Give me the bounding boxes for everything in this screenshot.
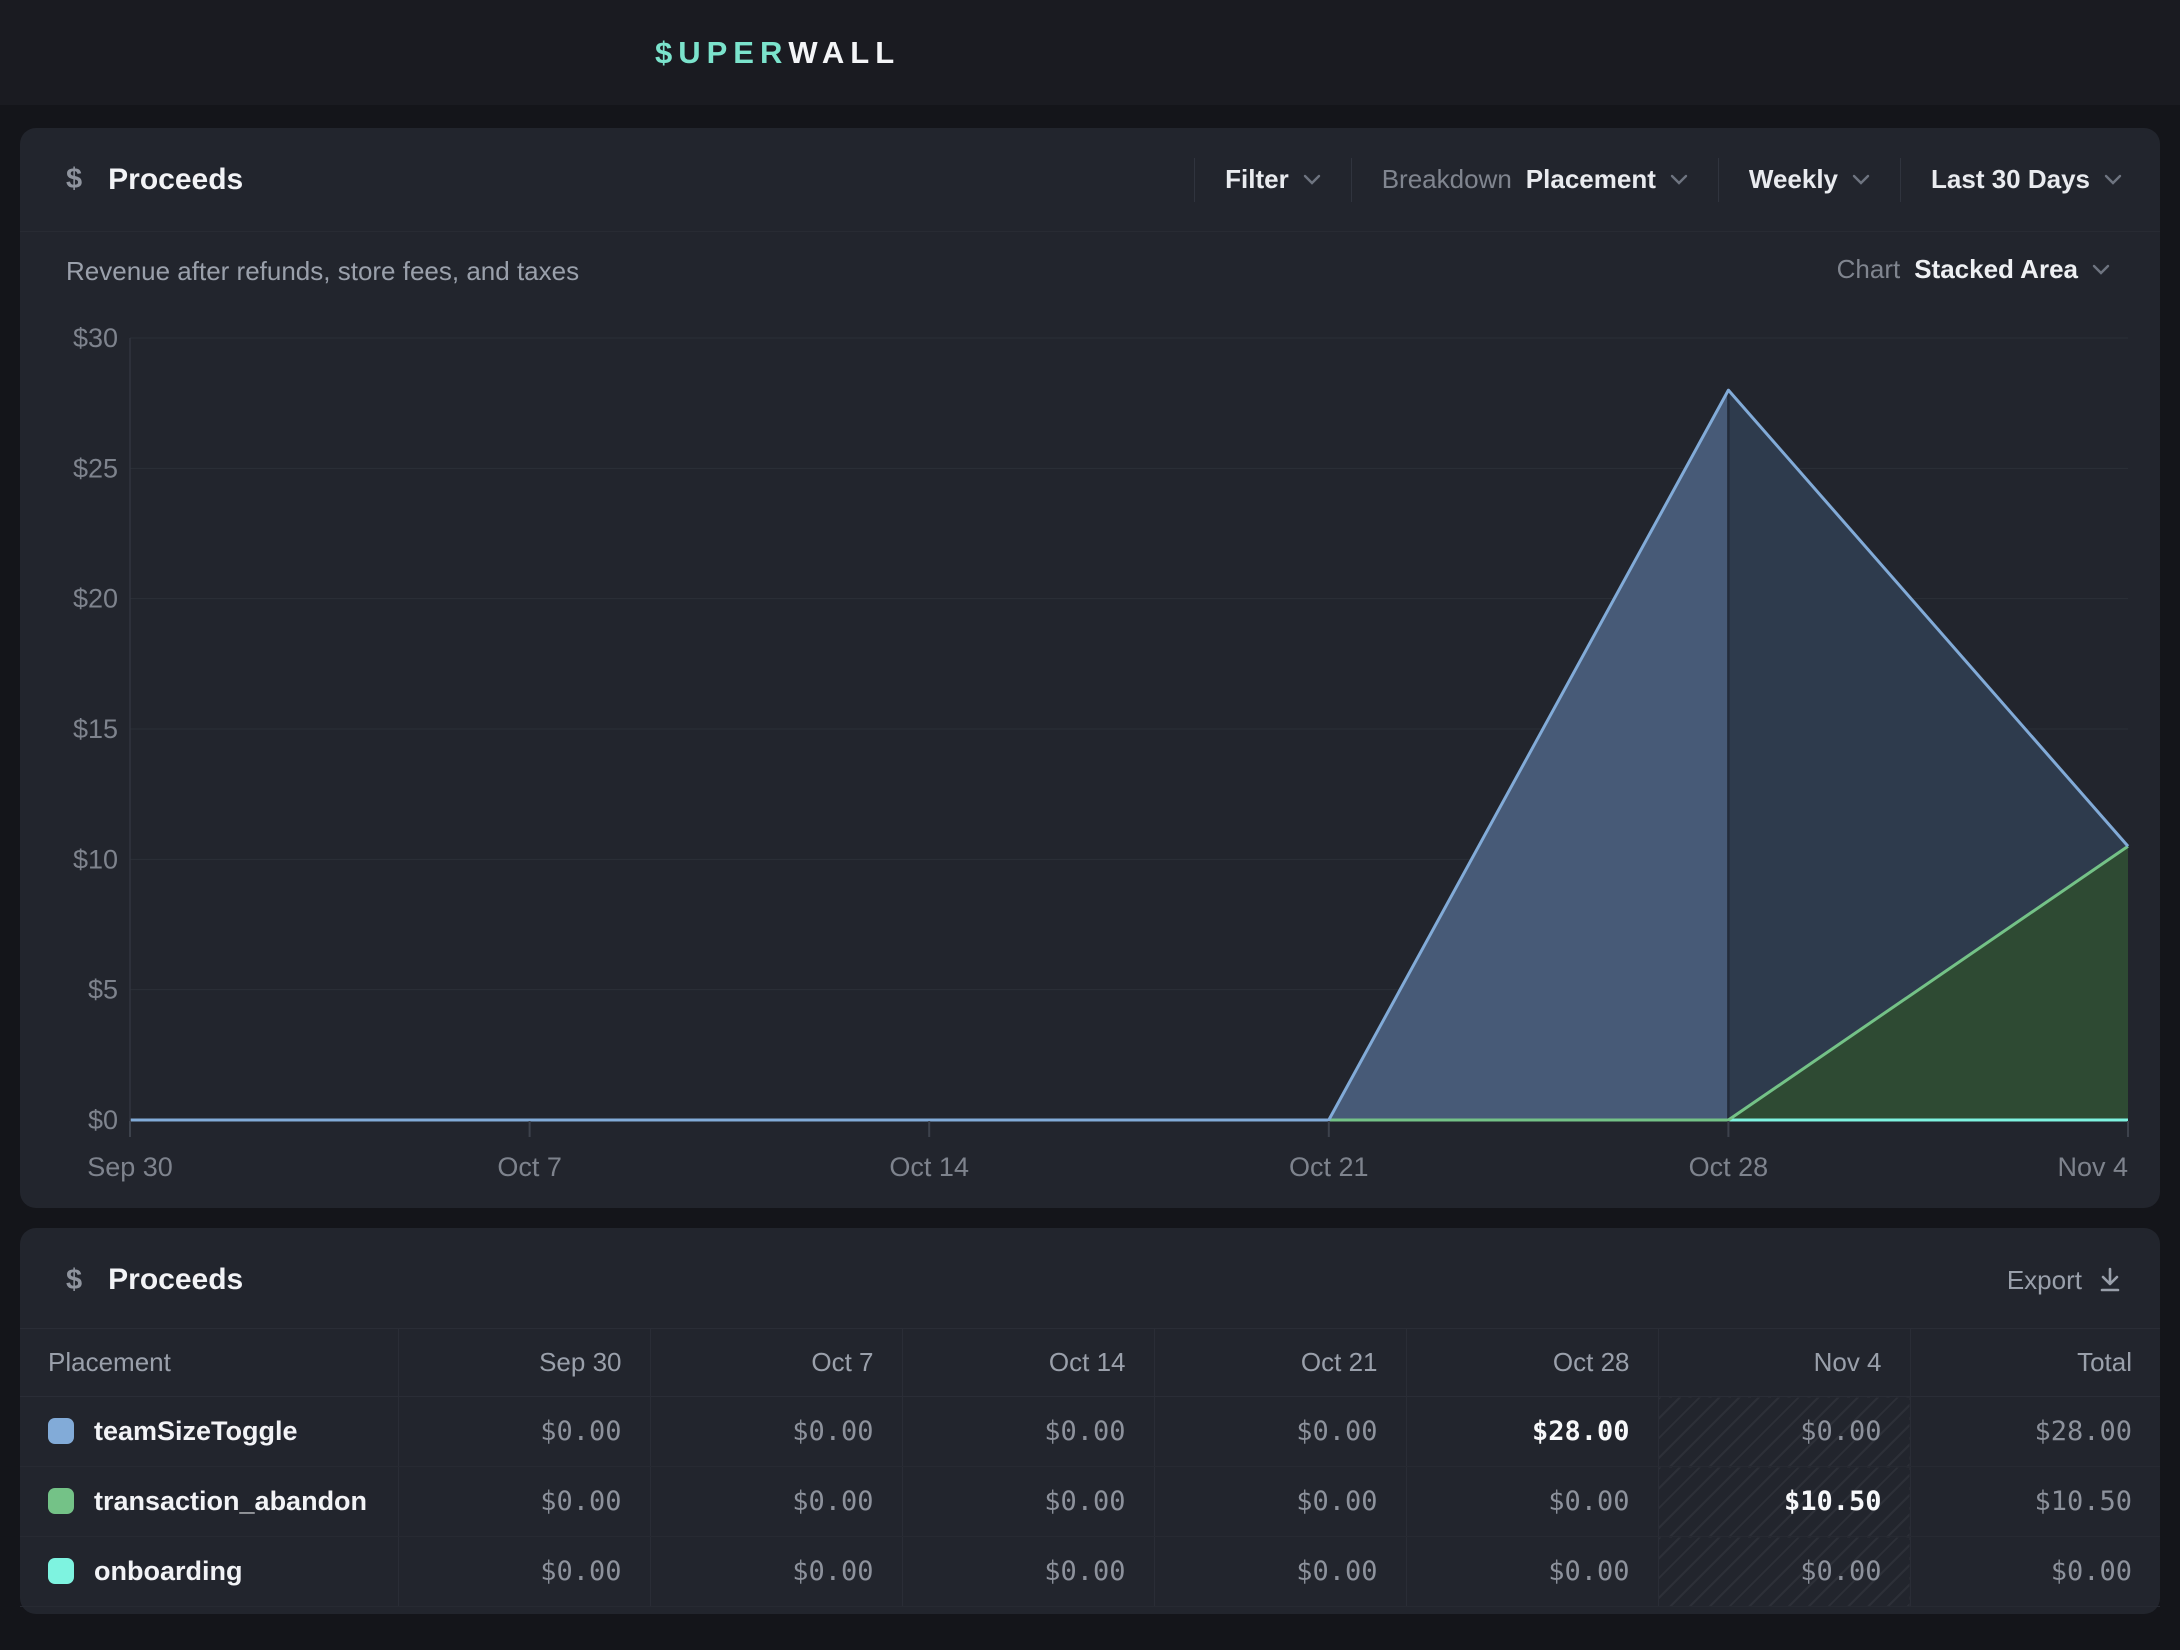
y-axis-tick-label: $30 — [73, 323, 118, 353]
y-axis-tick-label: $25 — [73, 453, 118, 483]
chevron-down-icon — [1852, 174, 1870, 185]
chevron-down-icon — [1303, 174, 1321, 185]
stacked-area-chart[interactable]: $0 $5 $10 $15 $20 $25 $30 Sep 30 Oct 7 Oct 14 Oct … — [20, 298, 2160, 1208]
placement-name: transaction_abandon — [94, 1486, 367, 1516]
value-cell: $0.00 — [902, 1467, 1154, 1537]
breakdown-value: Placement — [1526, 164, 1656, 195]
date-range-dropdown[interactable]: Last 30 Days — [1931, 164, 2122, 195]
value-cell: $10.50 — [1910, 1467, 2160, 1537]
y-axis-tick-label: $10 — [73, 844, 118, 874]
divider — [1194, 158, 1195, 202]
column-header-oct-21: Oct 21 — [1154, 1329, 1406, 1397]
column-header-oct-14: Oct 14 — [902, 1329, 1154, 1397]
value-cell: $0.00 — [650, 1537, 902, 1607]
table-card-title-group: $ Proceeds — [66, 1263, 243, 1297]
table-row: onboarding$0.00$0.00$0.00$0.00$0.00$0.00… — [20, 1537, 2160, 1607]
interval-value: Weekly — [1749, 164, 1838, 195]
value-cell: $28.00 — [1910, 1397, 2160, 1467]
value-cell: $0.00 — [398, 1467, 650, 1537]
x-axis-tick-label: Oct 14 — [889, 1152, 969, 1182]
top-bar: $UPERWALL — [0, 0, 2180, 105]
y-axis-tick-label: $15 — [73, 714, 118, 744]
value-cell: $0.00 — [1154, 1537, 1406, 1607]
x-axis-tick-label: Sep 30 — [87, 1152, 173, 1182]
series-color-swatch — [48, 1558, 74, 1584]
interval-dropdown[interactable]: Weekly — [1749, 164, 1870, 195]
chart-type-label: Chart — [1837, 254, 1901, 285]
page-title: Proceeds — [108, 163, 243, 197]
placement-name-cell[interactable]: onboarding — [20, 1537, 398, 1607]
x-axis-tick-label: Oct 28 — [1689, 1152, 1769, 1182]
value-cell: $0.00 — [1154, 1397, 1406, 1467]
chart-card-title-group: $ Proceeds — [66, 163, 243, 197]
table-card-header: $ Proceeds Export — [20, 1228, 2160, 1332]
chevron-down-icon — [2104, 174, 2122, 185]
y-axis-tick-label: $0 — [88, 1105, 118, 1135]
x-axis-tick-label: Oct 21 — [1289, 1152, 1369, 1182]
y-axis-tick-label: $20 — [73, 584, 118, 614]
filter-dropdown[interactable]: Filter — [1225, 164, 1321, 195]
area-fill-past-teamSizeToggle — [130, 390, 1728, 1120]
x-axis-tick-label: Oct 7 — [497, 1152, 562, 1182]
chart-subtitle: Revenue after refunds, store fees, and t… — [66, 256, 579, 287]
value-cell: $0.00 — [650, 1467, 902, 1537]
value-cell: $0.00 — [1910, 1537, 2160, 1607]
series-color-swatch — [48, 1488, 74, 1514]
column-header-sep-30: Sep 30 — [398, 1329, 650, 1397]
placement-name: teamSizeToggle — [94, 1416, 298, 1446]
table-row: teamSizeToggle$0.00$0.00$0.00$0.00$28.00… — [20, 1397, 2160, 1467]
value-cell: $0.00 — [1658, 1397, 1910, 1467]
chart-type-dropdown[interactable]: Chart Stacked Area — [1837, 254, 2110, 285]
table-header-row: PlacementSep 30Oct 7Oct 14Oct 21Oct 28No… — [20, 1329, 2160, 1397]
filter-label: Filter — [1225, 164, 1289, 195]
chart-type-value: Stacked Area — [1914, 254, 2078, 285]
x-axis-tick-label: Nov 4 — [2057, 1152, 2128, 1182]
placement-name: onboarding — [94, 1556, 242, 1586]
dollar-icon: $ — [66, 1264, 82, 1297]
logo-primary: $UPER — [655, 35, 788, 71]
column-header-nov-4: Nov 4 — [1658, 1329, 1910, 1397]
table-title: Proceeds — [108, 1263, 243, 1297]
superwall-logo[interactable]: $UPERWALL — [655, 0, 900, 105]
series-color-swatch — [48, 1418, 74, 1444]
divider — [1351, 158, 1352, 202]
breakdown-label: Breakdown — [1382, 164, 1512, 195]
breakdown-dropdown[interactable]: Breakdown Placement — [1382, 164, 1688, 195]
value-cell: $0.00 — [1658, 1537, 1910, 1607]
column-header-total: Total — [1910, 1329, 2160, 1397]
export-button[interactable]: Export — [2007, 1265, 2122, 1296]
value-cell: $28.00 — [1406, 1397, 1658, 1467]
value-cell: $10.50 — [1658, 1467, 1910, 1537]
logo-secondary: WALL — [788, 35, 900, 71]
column-header-oct-28: Oct 28 — [1406, 1329, 1658, 1397]
download-icon — [2098, 1267, 2122, 1293]
proceeds-table: PlacementSep 30Oct 7Oct 14Oct 21Oct 28No… — [20, 1328, 2160, 1607]
chart-card-header: $ Proceeds Filter Breakdown Placement We… — [20, 128, 2160, 232]
divider — [1718, 158, 1719, 202]
chart-controls: Filter Breakdown Placement Weekly Last 3… — [1164, 158, 2122, 202]
proceeds-chart-card: $ Proceeds Filter Breakdown Placement We… — [20, 128, 2160, 1208]
chevron-down-icon — [2092, 264, 2110, 275]
divider — [1900, 158, 1901, 202]
chevron-down-icon — [1670, 174, 1688, 185]
date-range-value: Last 30 Days — [1931, 164, 2090, 195]
value-cell: $0.00 — [398, 1397, 650, 1467]
y-axis-tick-label: $5 — [88, 975, 118, 1005]
value-cell: $0.00 — [398, 1537, 650, 1607]
placement-name-cell[interactable]: transaction_abandon — [20, 1467, 398, 1537]
value-cell: $0.00 — [902, 1397, 1154, 1467]
value-cell: $0.00 — [1154, 1467, 1406, 1537]
value-cell: $0.00 — [1406, 1537, 1658, 1607]
export-label: Export — [2007, 1265, 2082, 1296]
proceeds-table-card: $ Proceeds Export PlacementSep 30Oct 7Oc… — [20, 1228, 2160, 1614]
dollar-icon: $ — [66, 163, 82, 196]
column-header-placement: Placement — [20, 1329, 398, 1397]
placement-name-cell[interactable]: teamSizeToggle — [20, 1397, 398, 1467]
value-cell: $0.00 — [1406, 1467, 1658, 1537]
page: $UPERWALL $ Proceeds Filter Breakdown Pl… — [0, 0, 2180, 1650]
column-header-oct-7: Oct 7 — [650, 1329, 902, 1397]
value-cell: $0.00 — [902, 1537, 1154, 1607]
table-row: transaction_abandon$0.00$0.00$0.00$0.00$… — [20, 1467, 2160, 1537]
value-cell: $0.00 — [650, 1397, 902, 1467]
